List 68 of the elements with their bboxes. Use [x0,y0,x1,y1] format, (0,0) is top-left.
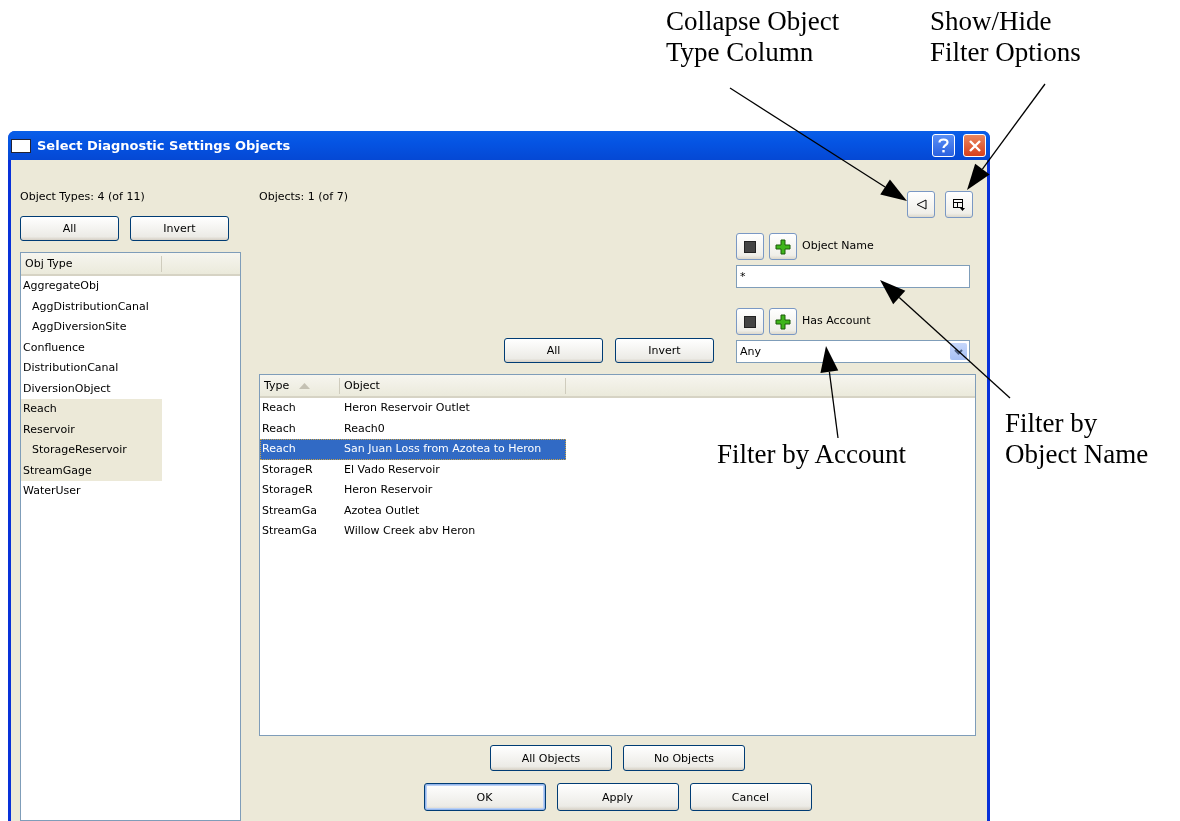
column-header[interactable]: Object [340,377,566,394]
square-icon [744,240,756,253]
dialog-button[interactable]: OK [423,783,546,811]
table-dropdown-icon [953,198,965,211]
object-select-button[interactable]: Invert [615,338,714,363]
table-cell[interactable]: Reach [260,418,340,439]
plus-icon [775,313,791,330]
table-cell[interactable]: Reach [260,439,340,460]
object-type-item[interactable]: Reach [21,399,162,420]
table-cell[interactable]: StreamGa [260,521,340,542]
window-title: Select Diagnostic Settings Objects [37,138,292,153]
objects-count: Objects: 1 (of 7) [259,190,348,205]
object-type-item[interactable]: StreamGage [21,460,162,481]
close-button[interactable] [963,134,986,157]
sort-up-icon [299,382,311,389]
add-filter-button[interactable] [769,233,797,260]
callout-label: Collapse Object Type Column [666,6,841,68]
object-type-item[interactable]: Reservoir [21,419,162,440]
column-label: Type [264,377,290,394]
table-cell[interactable]: El Vado Reservoir [340,459,566,480]
callout-label: Filter by Object Name [1005,408,1150,470]
table-cell[interactable]: Heron Reservoir [340,480,566,501]
disable-filter-button[interactable] [736,233,764,260]
callout-label: Show/Hide Filter Options [930,6,1082,68]
question-icon [938,138,949,153]
table-cell[interactable]: San Juan Loss from Azotea to Heron [340,439,566,460]
table-cell[interactable]: StorageR [260,459,340,480]
object-name-field[interactable]: * [736,265,970,288]
disable-filter-button[interactable] [736,308,764,335]
object-type-item[interactable]: DistributionCanal [21,358,162,379]
filter-options-button[interactable] [945,191,973,218]
object-type-item[interactable]: AggregateObj [21,276,162,297]
object-type-item[interactable]: Confluence [21,337,162,358]
filter-label: Has Account [802,314,871,329]
plus-icon [775,238,791,255]
account-dropdown[interactable]: Any [736,340,970,363]
table-cell[interactable]: Reach0 [340,418,566,439]
window-icon [11,138,31,153]
chevron-down-icon [954,348,963,355]
table-cell[interactable]: Heron Reservoir Outlet [340,398,566,419]
objects-button[interactable]: All Objects [490,745,612,771]
triangle-left-icon [915,199,927,210]
square-icon [744,315,756,328]
table-cell[interactable]: Azotea Outlet [340,500,566,521]
add-filter-button[interactable] [769,308,797,335]
callout-label: Filter by Account [717,439,907,470]
close-icon [968,139,981,152]
object-type-item[interactable]: AggDistributionCanal [21,296,162,317]
column-label: Object [344,377,380,394]
type-select-button[interactable]: Invert [130,216,229,241]
object-select-button[interactable]: All [504,338,603,363]
filter-label: Object Name [802,239,874,254]
object-types-count: Object Types: 4 (of 11) [20,190,146,205]
dialog-button[interactable]: Cancel [689,783,812,811]
help-button[interactable] [932,134,955,157]
table-cell[interactable]: StorageR [260,480,340,501]
table-cell[interactable]: Willow Creek abv Heron [340,521,566,542]
table-cell[interactable]: Reach [260,398,340,419]
column-header[interactable]: Type [260,377,340,394]
type-select-button[interactable]: All [20,216,119,241]
object-type-item[interactable]: DiversionObject [21,378,162,399]
object-type-item[interactable]: StorageReservoir [21,440,162,461]
dialog-button[interactable]: Apply [556,783,679,811]
objects-button[interactable]: No Objects [623,745,745,771]
object-type-item[interactable]: AggDiversionSite [21,317,162,338]
table-cell[interactable]: StreamGa [260,500,340,521]
object-type-item[interactable]: WaterUser [21,481,162,502]
collapse-button[interactable] [907,191,935,218]
